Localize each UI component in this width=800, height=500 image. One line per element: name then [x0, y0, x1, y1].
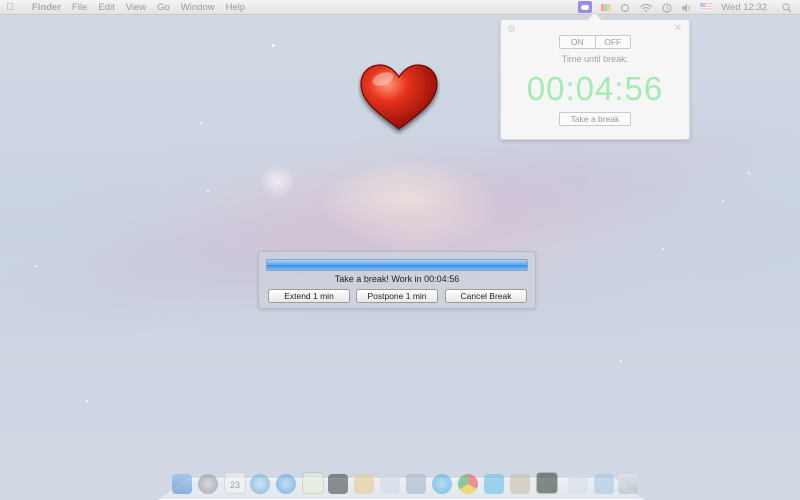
menu-help[interactable]: Help [226, 2, 246, 13]
star [722, 200, 724, 202]
menu-view[interactable]: View [126, 2, 146, 13]
toggle-off-option[interactable]: OFF [596, 36, 631, 48]
break-dialog: Take a break! Work in 00:04:56 Extend 1 … [258, 251, 536, 309]
countdown-display: 00:04:56 [526, 70, 664, 107]
xcode-icon[interactable] [406, 474, 426, 494]
star [35, 265, 37, 267]
app-store-icon[interactable] [276, 474, 296, 494]
battery-colors-icon[interactable] [601, 3, 612, 12]
extend-button[interactable]: Extend 1 min [268, 289, 350, 303]
menu-file[interactable]: File [72, 2, 87, 13]
take-a-break-button[interactable]: Take a break [559, 112, 631, 126]
calendar-icon[interactable]: 23 [224, 472, 246, 494]
wifi-icon[interactable] [639, 3, 653, 12]
activity-monitor-icon[interactable] [536, 472, 558, 494]
dialog-button-row: Extend 1 min Postpone 1 min Cancel Break [268, 289, 528, 303]
clock-text[interactable]: Wed 12:32 [721, 2, 767, 13]
star [86, 400, 88, 402]
spotlight-search-icon[interactable] [782, 2, 792, 12]
star [620, 360, 622, 362]
volume-icon[interactable] [681, 3, 691, 12]
menu-finder[interactable]: Finder [32, 2, 61, 13]
break-progress-bar [266, 259, 528, 271]
messages-icon[interactable] [302, 472, 324, 494]
trash-icon[interactable] [618, 474, 638, 494]
star [748, 172, 750, 174]
star [200, 122, 202, 124]
time-until-break-label: Time until break: [561, 54, 629, 64]
settings-gear-icon[interactable]: ⚙ [507, 24, 516, 35]
apple-icon[interactable]:  [0, 2, 20, 13]
break-timer-popover: ⚙ ✕ ON OFF Time until break: 00:04:56 Ta… [500, 11, 690, 140]
postpone-button[interactable]: Postpone 1 min [356, 289, 438, 303]
star [662, 248, 664, 250]
us-flag-icon[interactable] [700, 2, 713, 12]
cancel-break-button[interactable]: Cancel Break [445, 289, 527, 303]
close-icon[interactable]: ✕ [674, 23, 682, 34]
on-off-toggle[interactable]: ON OFF [559, 35, 631, 49]
heart-icon [358, 63, 440, 135]
star [207, 190, 209, 192]
progress-fill [267, 260, 527, 270]
gear-menu-icon[interactable] [620, 3, 630, 12]
break-message: Take a break! Work in 00:04:56 [334, 274, 460, 284]
preview-icon[interactable] [380, 474, 400, 494]
toggle-on-option[interactable]: ON [560, 36, 596, 48]
dock: 23 [158, 466, 644, 500]
menu-go[interactable]: Go [157, 2, 170, 13]
menu-bar:  Finder File Edit View Go Window Help W… [0, 0, 800, 15]
menu-edit[interactable]: Edit [98, 2, 114, 13]
folder-icon[interactable] [594, 474, 614, 494]
launchpad-icon[interactable] [198, 474, 218, 494]
time-machine-icon[interactable] [662, 2, 672, 13]
break-timer-status-icon[interactable] [578, 1, 593, 13]
package-icon[interactable] [354, 474, 374, 494]
chrome-icon[interactable] [458, 474, 478, 494]
star [272, 44, 275, 47]
itunes-icon[interactable] [250, 474, 270, 494]
skype-icon[interactable] [432, 474, 452, 494]
twitter-icon[interactable] [484, 474, 504, 494]
menu-window[interactable]: Window [181, 2, 215, 13]
photo-icon[interactable] [510, 474, 530, 494]
finder-icon[interactable] [172, 474, 192, 494]
calendar-day: 23 [229, 480, 240, 490]
finder-window-icon[interactable] [568, 474, 588, 494]
terminal-icon[interactable] [328, 474, 348, 494]
